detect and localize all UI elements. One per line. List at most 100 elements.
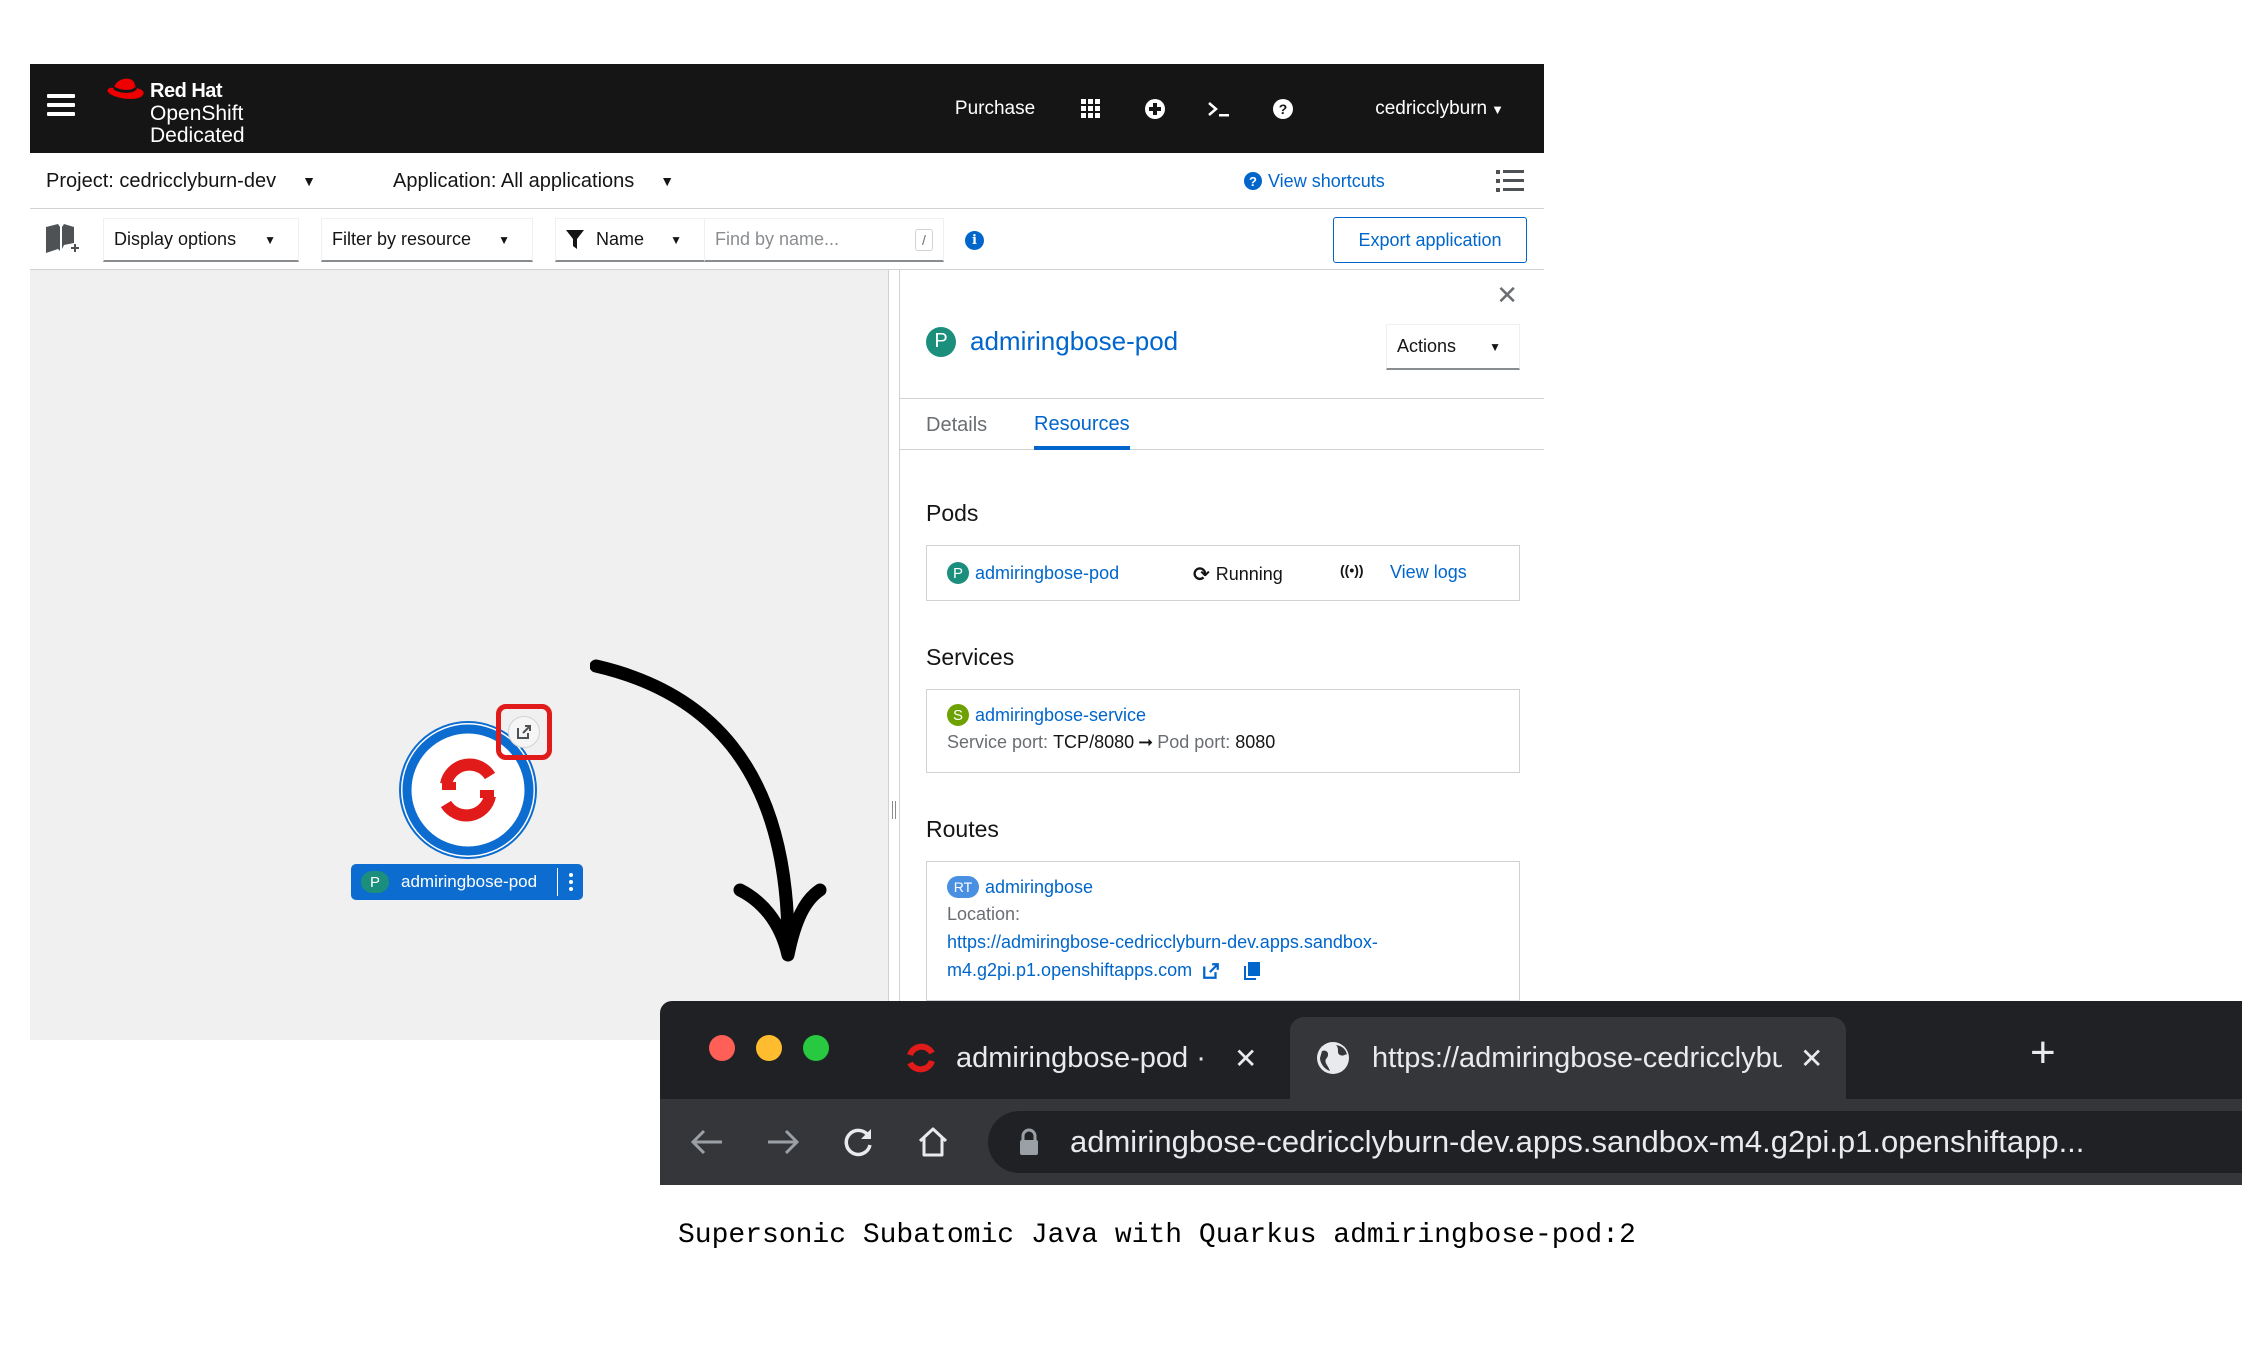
view-shortcuts-label: View shortcuts — [1268, 170, 1385, 191]
brand-line-3: Dedicated — [150, 124, 245, 147]
quick-search-book-icon[interactable] — [44, 221, 80, 257]
info-icon[interactable]: i — [965, 231, 984, 250]
arrow-right-icon: ➞ — [1138, 732, 1154, 752]
caret-down-icon: ▼ — [1491, 101, 1504, 117]
pod-badge: P — [947, 562, 969, 584]
brand-line-2: OpenShift — [150, 102, 244, 125]
service-badge: S — [947, 704, 969, 726]
maximize-window-button[interactable] — [803, 1035, 829, 1061]
export-application-button[interactable]: Export application — [1333, 217, 1527, 263]
caret-down-icon: ▼ — [1489, 339, 1501, 354]
globe-icon — [1317, 1042, 1349, 1074]
project-selector[interactable]: Project: cedricclyburn-dev ▼ — [46, 153, 316, 209]
display-options-label: Display options — [114, 229, 237, 249]
open-url-decorator[interactable] — [496, 704, 552, 760]
pod-port-value: 8080 — [1235, 732, 1276, 752]
service-link[interactable]: admiringbose-service — [975, 705, 1146, 726]
service-port-value: TCP/8080 — [1053, 732, 1135, 752]
pods-card: P admiringbose-pod ⟳ Running ((•)) View … — [926, 545, 1520, 601]
panel-title: P admiringbose-pod — [926, 326, 1178, 357]
question-circle-icon: ? — [1244, 172, 1262, 190]
pod-status-text: Running — [1215, 564, 1283, 584]
location-label: Location: — [947, 904, 1021, 924]
actions-dropdown[interactable]: Actions ▼ — [1386, 324, 1520, 370]
add-icon[interactable] — [1143, 97, 1167, 121]
pod-item: P admiringbose-pod — [947, 562, 1119, 584]
external-link-icon[interactable] — [1202, 962, 1220, 980]
close-tab-icon[interactable]: ✕ — [1234, 1042, 1257, 1075]
new-tab-icon[interactable]: + — [2030, 1031, 2056, 1075]
page-output-text: Supersonic Subatomic Java with Quarkus a… — [678, 1220, 1636, 1251]
filter-type-dropdown[interactable]: Name ▼ — [555, 218, 705, 262]
filter-type-label: Name — [596, 229, 645, 249]
route-url-line-1[interactable]: https://admiringbose-cedricclyburn-dev.a… — [947, 932, 1378, 953]
reload-icon[interactable] — [837, 1121, 879, 1163]
service-port-row: Service port: TCP/8080 ➞ Pod port: 8080 — [947, 732, 1275, 753]
side-panel: ✕ P admiringbose-pod Actions ▼ Details R… — [900, 270, 1544, 1040]
forward-icon[interactable] — [762, 1121, 804, 1163]
view-logs-label[interactable]: View logs — [1390, 562, 1467, 583]
back-icon[interactable] — [686, 1121, 728, 1163]
tab-title: https://admiringbose-cedricclyburn-dev.a… — [1372, 1041, 1782, 1074]
panel-resize-handle[interactable] — [888, 270, 900, 1040]
caret-down-icon: ▼ — [660, 173, 675, 189]
terminal-icon[interactable] — [1207, 97, 1231, 121]
home-icon[interactable] — [912, 1121, 954, 1163]
masthead-tools: Purchase ? cedricclyburn ▼ — [955, 64, 1504, 153]
caret-down-icon: ▼ — [670, 232, 682, 247]
close-icon[interactable]: ✕ — [1496, 280, 1518, 311]
minimize-window-button[interactable] — [756, 1035, 782, 1061]
address-bar[interactable]: admiringbose-cedricclyburn-dev.apps.sand… — [988, 1111, 2242, 1173]
services-card: S admiringbose-service Service port: TCP… — [926, 689, 1520, 773]
application-selector[interactable]: Application: All applications ▼ — [393, 153, 674, 209]
menu-icon[interactable] — [47, 94, 75, 120]
list-view-icon[interactable] — [1496, 169, 1524, 193]
application-label: Application: All applications — [393, 169, 635, 192]
caret-down-icon: ▼ — [498, 232, 510, 247]
purchase-link[interactable]: Purchase — [955, 98, 1035, 120]
keyboard-shortcut-hint: / — [915, 229, 933, 251]
broadcast-icon: ((•)) — [1340, 562, 1364, 578]
display-options-dropdown[interactable]: Display options ▼ — [103, 218, 299, 262]
filter-icon — [566, 229, 584, 249]
pod-badge: P — [926, 326, 956, 357]
topology-node-label[interactable]: P admiringbose-pod — [351, 864, 583, 900]
route-badge: RT — [947, 876, 979, 898]
find-by-name-placeholder: Find by name... — [715, 229, 840, 249]
pod-link[interactable]: admiringbose-pod — [975, 563, 1119, 584]
drag-grip-icon — [892, 801, 896, 819]
red-hat-icon — [107, 78, 144, 99]
view-logs-link[interactable]: View logs — [1390, 562, 1467, 583]
brand-line-1: Red Hat — [150, 80, 223, 102]
service-item: S admiringbose-service — [947, 704, 1146, 726]
pods-heading: Pods — [926, 500, 979, 526]
panel-title-text: admiringbose-pod — [970, 326, 1179, 356]
tab-resources[interactable]: Resources — [1034, 399, 1130, 450]
tab-details[interactable]: Details — [926, 399, 987, 451]
help-icon[interactable]: ? — [1271, 97, 1295, 121]
view-shortcuts-link[interactable]: ? View shortcuts — [1244, 153, 1385, 209]
copy-icon[interactable] — [1244, 961, 1261, 980]
route-url-line-2[interactable]: m4.g2pi.p1.openshiftapps.com — [947, 960, 1192, 981]
caret-down-icon: ▼ — [264, 232, 276, 247]
filter-by-resource-dropdown[interactable]: Filter by resource ▼ — [321, 218, 533, 262]
project-label: Project: cedricclyburn-dev — [46, 169, 277, 192]
brand-logo[interactable]: Red Hat OpenShift Dedicated — [106, 72, 266, 148]
route-link[interactable]: admiringbose — [985, 877, 1093, 898]
close-window-button[interactable] — [709, 1035, 735, 1061]
app-launcher-icon[interactable] — [1079, 97, 1103, 121]
node-name: admiringbose-pod — [401, 872, 538, 891]
address-text: admiringbose-cedricclyburn-dev.apps.sand… — [1070, 1124, 2085, 1159]
lock-icon[interactable] — [1018, 1128, 1040, 1156]
browser-window: admiringbose-pod · Details · Red Hat Ope… — [660, 1001, 2242, 1185]
browser-toolbar: admiringbose-cedricclyburn-dev.apps.sand… — [660, 1099, 2242, 1185]
user-menu[interactable]: cedricclyburn ▼ — [1375, 98, 1504, 120]
browser-tab-active[interactable]: https://admiringbose-cedricclyburn-dev.a… — [1290, 1017, 1846, 1099]
kebab-menu-icon[interactable] — [557, 868, 583, 896]
close-tab-icon[interactable]: ✕ — [1800, 1042, 1823, 1075]
sync-icon: ⟳ — [1193, 564, 1210, 586]
find-by-name-input[interactable]: Find by name... / — [704, 218, 944, 262]
topology-toolbar: Display options ▼ Filter by resource ▼ N… — [30, 209, 1544, 270]
browser-tab[interactable]: admiringbose-pod · Details · Red Hat Ope… — [904, 1017, 1266, 1099]
user-name: cedricclyburn — [1375, 97, 1488, 119]
